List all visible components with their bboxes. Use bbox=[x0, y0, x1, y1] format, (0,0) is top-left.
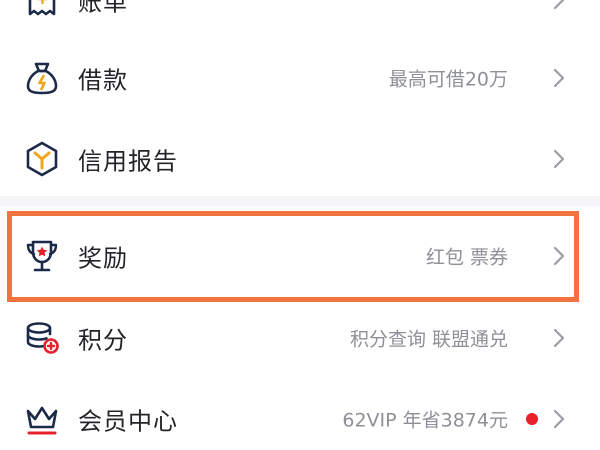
loan-limit-text: 最高可借20万 bbox=[388, 68, 508, 91]
hexagon-y-icon bbox=[22, 139, 62, 179]
section-divider bbox=[0, 196, 600, 206]
menu-item-label: 积分 bbox=[78, 326, 128, 355]
trophy-star-icon bbox=[22, 236, 62, 276]
menu-item-membership[interactable]: 会员中心 62VIP 年省3874元 bbox=[0, 379, 600, 450]
menu-item-label: 账单 bbox=[78, 0, 128, 17]
menu-item-points[interactable]: 积分 积分查询 联盟通兑 bbox=[0, 298, 600, 378]
chevron-right-icon bbox=[552, 327, 566, 349]
membership-summary-text: 62VIP 年省3874元 bbox=[342, 409, 508, 432]
chevron-right-icon bbox=[552, 245, 566, 267]
chevron-right-icon bbox=[552, 408, 566, 430]
menu-item-label: 信用报告 bbox=[78, 147, 178, 176]
menu-item-credit-report[interactable]: 信用报告 bbox=[0, 119, 600, 199]
points-summary-text: 积分查询 联盟通兑 bbox=[349, 328, 508, 351]
chevron-right-icon bbox=[552, 67, 566, 89]
chevron-right-icon bbox=[552, 148, 566, 170]
rewards-summary-text: 红包 票券 bbox=[425, 246, 508, 269]
notification-dot bbox=[526, 413, 538, 425]
menu-item-label: 奖励 bbox=[78, 244, 128, 273]
menu-item-bill[interactable]: 账单 bbox=[0, 0, 600, 40]
crown-icon bbox=[22, 399, 62, 439]
coin-stack-icon bbox=[22, 318, 62, 358]
menu-item-loan[interactable]: 借款 最高可借20万 bbox=[0, 38, 600, 118]
money-bag-icon bbox=[22, 58, 62, 98]
menu-item-label: 借款 bbox=[78, 66, 128, 95]
chevron-right-icon bbox=[552, 0, 566, 11]
menu-item-rewards[interactable]: 奖励 红包 票券 bbox=[0, 216, 600, 296]
bill-icon bbox=[22, 0, 62, 20]
account-menu-screen: 账单 借款 最高可借20万 信用报告 奖励 红包 票券 积分 积分查询 联盟通兑… bbox=[0, 0, 600, 450]
menu-item-label: 会员中心 bbox=[78, 407, 178, 436]
